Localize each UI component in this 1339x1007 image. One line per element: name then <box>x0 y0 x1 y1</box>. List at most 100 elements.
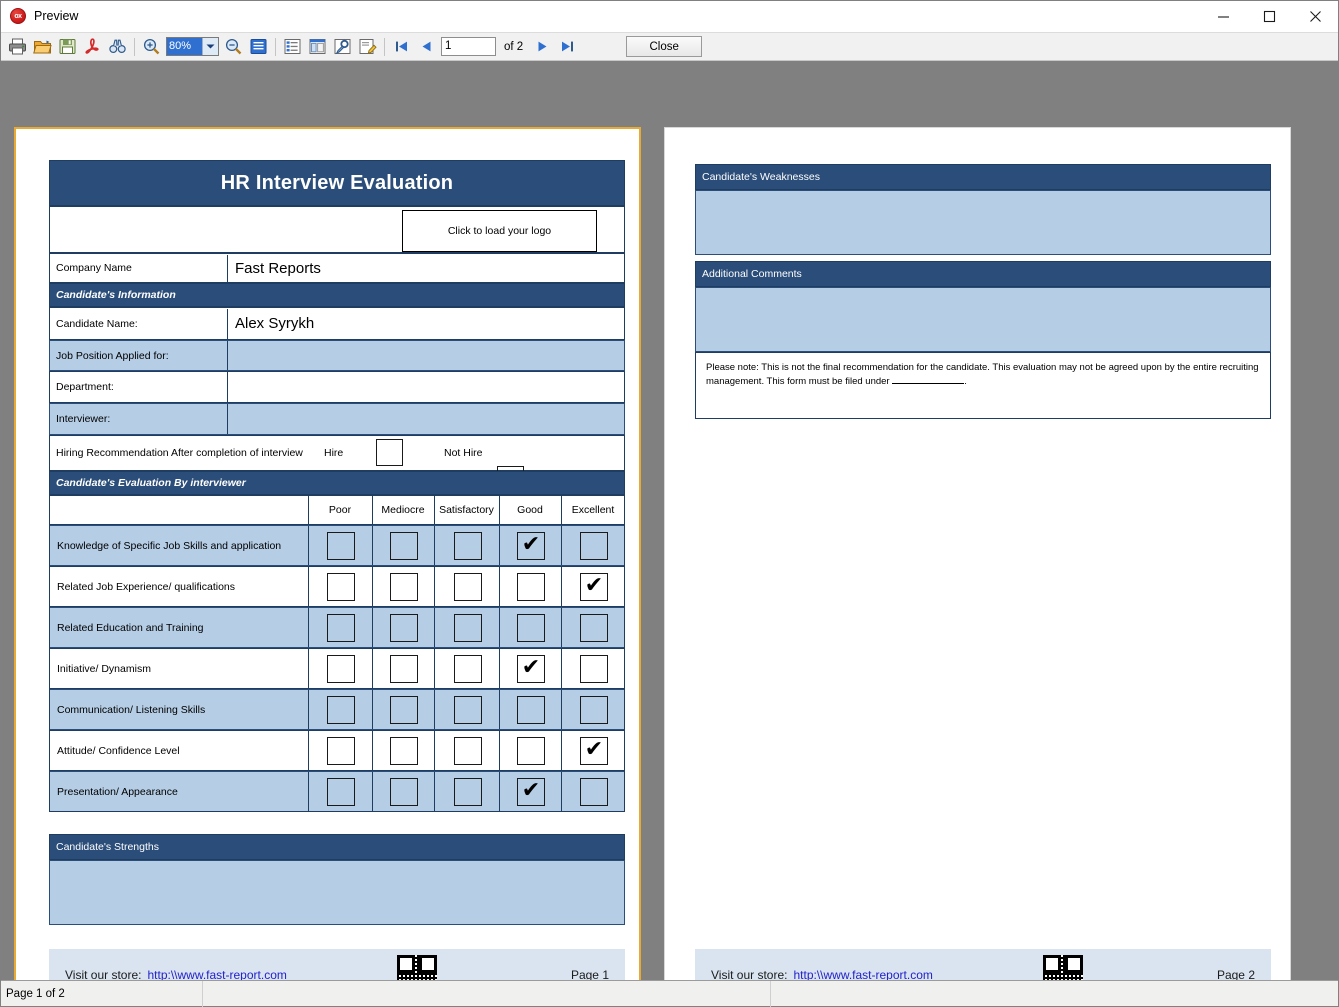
status-bar: Page 1 of 2 <box>1 980 1338 1007</box>
column-divider <box>434 649 435 688</box>
column-divider <box>499 649 500 688</box>
checkmark-icon: ✔ <box>584 736 604 762</box>
save-floppy-icon[interactable] <box>55 34 80 59</box>
page-label: Page 1 <box>570 968 609 980</box>
rating-checkbox[interactable]: ✔ <box>580 572 608 601</box>
chevron-down-icon[interactable] <box>202 38 218 55</box>
close-icon[interactable] <box>1292 1 1338 32</box>
rating-checkbox[interactable] <box>327 613 355 642</box>
column-divider <box>499 526 500 565</box>
zoom-in-icon[interactable] <box>139 34 164 59</box>
outline-icon[interactable] <box>280 34 305 59</box>
next-page-icon[interactable] <box>530 34 555 59</box>
rating-checkbox[interactable] <box>390 531 418 560</box>
weaknesses-heading: Candidate's Weaknesses <box>695 164 1271 190</box>
print-icon[interactable] <box>5 34 30 59</box>
rating-checkbox[interactable] <box>453 777 482 806</box>
preview-workspace[interactable]: HR Interview Evaluation Click to load yo… <box>1 61 1338 980</box>
page-settings-icon[interactable] <box>330 34 355 59</box>
weaknesses-field[interactable] <box>695 190 1271 255</box>
rating-checkbox[interactable] <box>327 531 355 560</box>
rating-checkbox[interactable]: ✔ <box>517 654 545 683</box>
minimize-icon[interactable] <box>1200 1 1246 32</box>
store-url[interactable]: http:\\www.fast-report.com <box>147 968 286 980</box>
rating-checkbox[interactable] <box>517 736 545 765</box>
column-divider <box>372 690 373 729</box>
export-pdf-icon[interactable] <box>80 34 105 59</box>
criterion-label: Attitude/ Confidence Level <box>57 744 180 757</box>
criterion-label: Communication/ Listening Skills <box>57 703 206 716</box>
close-button[interactable]: Close <box>626 36 703 57</box>
rating-checkbox[interactable] <box>580 695 608 724</box>
rating-checkbox[interactable] <box>580 613 608 642</box>
rating-checkbox[interactable] <box>453 531 482 560</box>
rating-checkbox[interactable] <box>390 613 418 642</box>
rating-checkbox[interactable] <box>390 695 418 724</box>
report-page-2[interactable]: Candidate's Weaknesses Additional Commen… <box>664 127 1291 980</box>
zoom-out-icon[interactable] <box>221 34 246 59</box>
column-divider <box>561 772 562 811</box>
rating-checkbox[interactable] <box>453 613 482 642</box>
column-divider <box>434 567 435 606</box>
previous-page-icon[interactable] <box>414 34 439 59</box>
logo-placeholder[interactable]: Click to load your logo <box>402 210 597 252</box>
hire-checkbox[interactable] <box>376 439 403 466</box>
rating-checkbox[interactable] <box>390 654 418 683</box>
maximize-icon[interactable] <box>1246 1 1292 32</box>
page-width-icon[interactable] <box>246 34 271 59</box>
column-divider <box>499 772 500 811</box>
rating-column-header: Poor <box>328 504 352 516</box>
company-name-label: Company Name <box>56 262 132 274</box>
rating-checkbox[interactable]: ✔ <box>580 736 608 765</box>
rating-checkbox[interactable] <box>517 613 545 642</box>
zoom-value[interactable]: 80% <box>167 38 202 55</box>
rating-checkbox[interactable] <box>327 654 355 683</box>
rating-checkbox[interactable] <box>327 572 355 601</box>
column-divider <box>372 608 373 647</box>
page-number-input[interactable]: 1 <box>441 37 496 56</box>
edit-page-icon[interactable] <box>355 34 380 59</box>
not-hire-label: Not Hire <box>444 447 483 459</box>
company-name-value: Fast Reports <box>235 259 321 277</box>
rating-checkbox[interactable] <box>453 654 482 683</box>
rating-checkbox[interactable] <box>390 777 418 806</box>
note-suffix: . <box>964 375 967 387</box>
rating-checkbox[interactable]: ✔ <box>517 777 545 806</box>
column-divider <box>561 649 562 688</box>
rating-checkbox[interactable] <box>390 572 418 601</box>
rating-checkbox[interactable] <box>517 695 545 724</box>
rating-checkbox[interactable] <box>390 736 418 765</box>
evaluation-table: Poor Mediocre Satisfactory Good Excellent Kno… <box>49 495 625 813</box>
rating-checkbox[interactable] <box>327 736 355 765</box>
rating-checkbox[interactable] <box>453 736 482 765</box>
report-title: HR Interview Evaluation <box>49 160 625 206</box>
rating-checkbox[interactable] <box>327 695 355 724</box>
department-label: Department: <box>56 381 114 393</box>
column-divider <box>308 526 309 565</box>
note-box: Please note: This is not the final recom… <box>695 352 1271 419</box>
preview-window: ox Preview 80% 1 of 2 Close HR Interview… <box>0 0 1339 1007</box>
toolbar: 80% 1 of 2 Close <box>1 32 1338 61</box>
rating-checkbox[interactable] <box>580 654 608 683</box>
rating-checkbox[interactable]: ✔ <box>517 531 545 560</box>
rating-checkbox[interactable] <box>327 777 355 806</box>
thumbnails-icon[interactable] <box>305 34 330 59</box>
rating-checkbox[interactable] <box>453 695 482 724</box>
column-divider <box>372 731 373 770</box>
store-url[interactable]: http:\\www.fast-report.com <box>793 968 932 980</box>
zoom-combobox[interactable]: 80% <box>166 37 219 56</box>
strengths-field[interactable] <box>49 860 625 925</box>
first-page-icon[interactable] <box>389 34 414 59</box>
last-page-icon[interactable] <box>555 34 580 59</box>
rating-checkbox[interactable] <box>517 572 545 601</box>
qr-code-icon <box>1042 955 1083 980</box>
find-binoculars-icon[interactable] <box>105 34 130 59</box>
open-folder-icon[interactable] <box>30 34 55 59</box>
rating-checkbox[interactable] <box>580 531 608 560</box>
candidate-name-value: Alex Syrykh <box>235 315 315 332</box>
report-page-1[interactable]: HR Interview Evaluation Click to load yo… <box>14 127 641 980</box>
rating-checkbox[interactable] <box>453 572 482 601</box>
rating-checkbox[interactable] <box>580 777 608 806</box>
column-divider <box>308 772 309 811</box>
comments-field[interactable] <box>695 287 1271 352</box>
